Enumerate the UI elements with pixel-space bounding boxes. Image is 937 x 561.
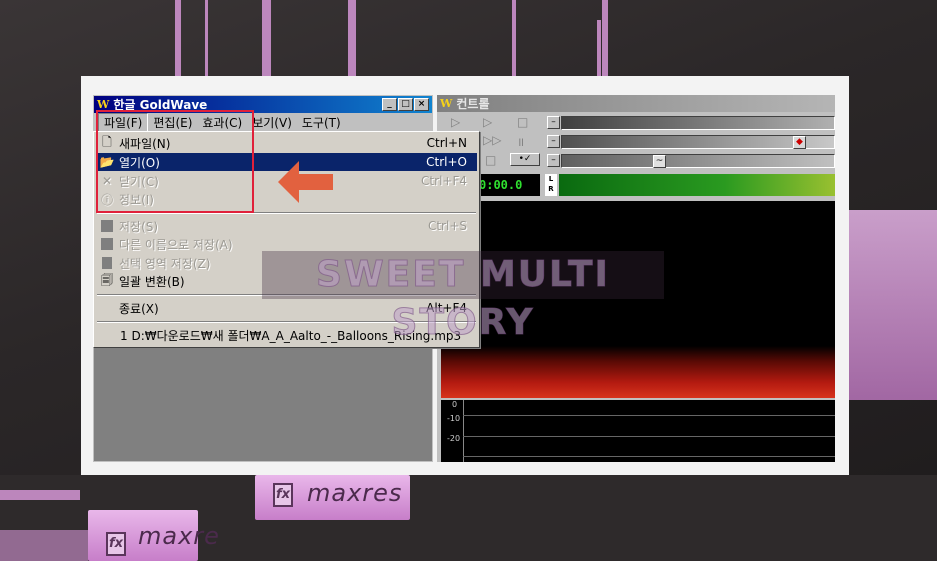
oscilloscope-display: 0 -10 -20 bbox=[441, 400, 835, 462]
bg-clip: fx maxre bbox=[88, 510, 219, 561]
control-titlebar[interactable]: W 컨트롤 bbox=[437, 95, 835, 112]
record-mode-toggle[interactable]: •✓ bbox=[510, 153, 540, 166]
volume-slider[interactable] bbox=[561, 116, 835, 130]
lr-label: L R bbox=[545, 174, 557, 196]
speed-minus-button[interactable]: – bbox=[547, 154, 560, 167]
minimize-button[interactable]: _ bbox=[382, 98, 397, 111]
highlight-box bbox=[96, 110, 254, 213]
save-icon bbox=[99, 219, 115, 233]
balance-thumb[interactable]: ◆ bbox=[793, 136, 806, 149]
stop-icon[interactable]: □ bbox=[517, 115, 528, 129]
speed-thumb[interactable]: ~ bbox=[653, 155, 666, 168]
fast-forward-icon[interactable]: ▷▷ bbox=[483, 133, 501, 147]
watermark: SWEET MULTI STORY bbox=[262, 251, 664, 344]
save-as-icon bbox=[99, 237, 115, 251]
record-icon[interactable]: □ bbox=[485, 153, 496, 167]
maximize-button[interactable]: □ bbox=[398, 98, 413, 111]
close-button[interactable]: × bbox=[414, 98, 429, 111]
menu-tools[interactable]: 도구(T) bbox=[297, 114, 346, 131]
pause-icon[interactable]: ॥ bbox=[517, 133, 524, 150]
save-selection-icon bbox=[99, 256, 115, 270]
batch-convert-icon: 🗐 bbox=[101, 272, 113, 287]
volume-minus-button[interactable]: – bbox=[547, 116, 560, 129]
balance-minus-button[interactable]: – bbox=[547, 135, 560, 148]
menu-view[interactable]: 보기(V) bbox=[247, 114, 297, 131]
play-selection-icon[interactable]: ▷ bbox=[483, 115, 492, 129]
bg-clip: fx maxres bbox=[255, 475, 410, 520]
left-arrow-icon bbox=[278, 161, 333, 203]
play-icon[interactable]: ▷ bbox=[451, 115, 460, 129]
menu-item-save[interactable]: 저장(S) Ctrl+S bbox=[96, 217, 477, 235]
speed-slider[interactable] bbox=[561, 154, 835, 168]
control-title: 컨트롤 bbox=[456, 97, 490, 111]
goldwave-logo-icon: W bbox=[440, 97, 453, 110]
level-meter bbox=[559, 174, 835, 196]
